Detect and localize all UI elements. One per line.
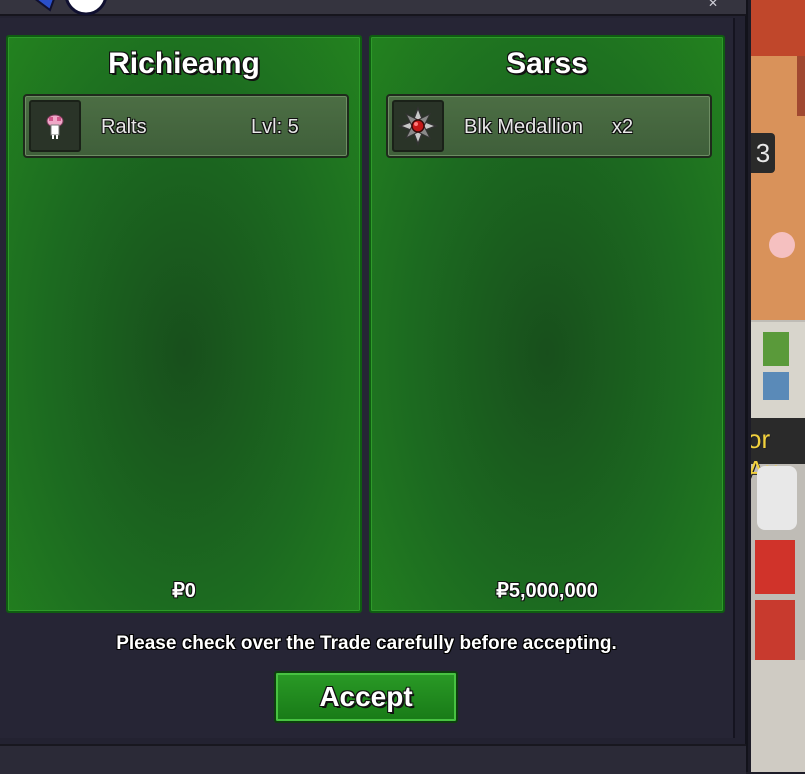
trade-item-slot-right[interactable]: Blk Medallion x2: [386, 94, 712, 158]
player-name-left: Richieamg: [108, 47, 260, 80]
trade-window: ✕ Richieamg Ralts Lvl: 5 ₽0 Sarss Blk Me…: [0, 0, 748, 774]
trade-item-slot-left[interactable]: Ralts Lvl: 5: [23, 94, 349, 158]
world-red-object: [755, 600, 795, 660]
npc-sprite-icon: [757, 466, 797, 530]
trade-item-name-right: Blk Medallion: [464, 116, 583, 138]
world-ground: [751, 660, 805, 772]
world-shelf-item: [763, 332, 789, 366]
world-shelf-item: [763, 372, 789, 400]
world-red-object: [755, 540, 795, 594]
blk-medallion-icon: [392, 100, 444, 152]
world-badge: 3: [751, 133, 775, 173]
window-title-bar: [0, 0, 746, 16]
money-amount-left: ₽0: [172, 580, 196, 602]
flower-icon: [769, 232, 795, 258]
close-icon[interactable]: ✕: [708, 0, 732, 10]
trade-notice: Please check over the Trade carefully be…: [116, 633, 617, 654]
trade-panel-right: Sarss Blk Medallion x2 ₽5,000,000: [369, 35, 725, 613]
accept-button[interactable]: Accept: [274, 671, 458, 723]
window-bottom-bar: [0, 744, 746, 774]
trade-item-name-left: Ralts: [101, 116, 147, 138]
trade-item-level-left: Lvl: 5: [251, 116, 299, 138]
world-wall: [797, 56, 805, 116]
trade-item-quantity-right: x2: [612, 116, 634, 138]
player-name-right: Sarss: [506, 47, 588, 80]
game-world-background: 3 or Au: [751, 0, 805, 772]
trade-panel-left: Richieamg Ralts Lvl: 5 ₽0: [6, 35, 362, 613]
pokeball-logo-icon: [35, 0, 107, 16]
world-roof: [751, 0, 805, 56]
money-amount-right: ₽5,000,000: [496, 580, 598, 602]
ralts-sprite-icon: [29, 100, 81, 152]
